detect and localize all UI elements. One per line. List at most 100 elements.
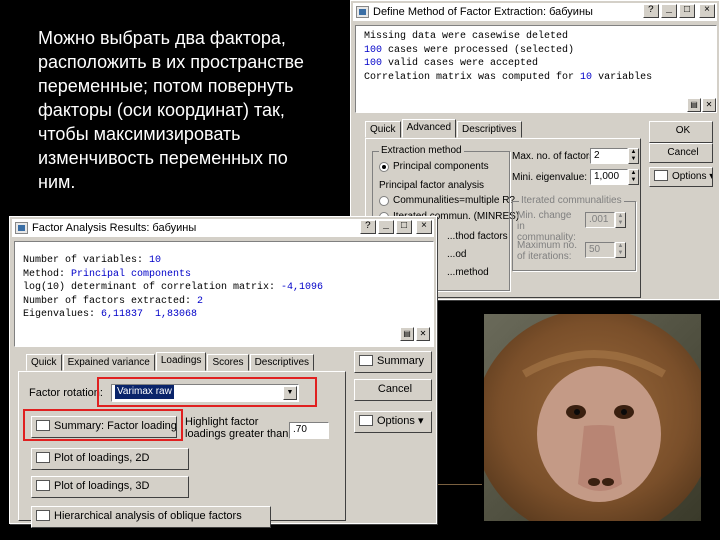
highlight-label: Highlight factor loadings greater than: [185,416,291,440]
output-value: 100 [364,44,383,56]
highlight-line-1: Highlight factor [185,416,259,428]
minimize-button[interactable]: _ [661,4,677,18]
tab-descriptives[interactable]: Descriptives [249,354,315,371]
output-line: Number of factors extracted: [23,295,198,307]
principal-components-label: Principal components [393,161,489,172]
min-eigen-label: Mini. eigenvalue: [512,172,588,183]
max-factors-spinner[interactable]: ▲ ▼ [628,148,639,164]
tab-quick[interactable]: Quick [365,121,401,138]
output-line: Number of variables: [23,255,150,266]
tab-quick[interactable]: Quick [26,354,62,371]
window-title: Factor Analysis Results: бабуины [32,222,197,234]
tab-scores[interactable]: Scores [207,354,249,371]
tab-explained-variance[interactable]: Expained variance [62,354,155,371]
ok-button[interactable]: OK [649,121,713,143]
factor-rotation-label: Factor rotation: [29,387,103,399]
options-label: Options [672,171,707,182]
output-line: Correlation matrix was computed for [364,71,581,83]
communalities-label: Communalities=multiple R? [393,195,515,206]
define-method-titlebar: Define Method of Factor Extraction: бабу… [353,3,717,21]
max-iter-field[interactable]: 50 [585,242,615,258]
plot-3d-button[interactable]: Plot of loadings, 3D [31,476,189,498]
copy-icon[interactable]: ▤ [687,98,701,112]
window-title: Define Method of Factor Extraction: бабу… [373,6,593,18]
output-value: 6,11837 1,83068 [101,309,198,320]
output-value: 100 [364,58,383,69]
results-output-panel: Number of variables: 10 Method: Principa… [14,241,434,347]
output-line: Method: [23,268,72,280]
output-panel: Missing data were casewise deleted 100 c… [355,25,717,113]
options-button[interactable]: Options ▾ [354,411,432,433]
highlight-box-rotation [97,377,317,407]
highlight-box-summary [23,409,183,441]
scatter-plot-icon [36,451,50,463]
output-line: cases were processed (selected) [382,44,575,56]
principal-components-radio[interactable] [379,162,389,172]
max-iter-spinner[interactable]: ▲ ▼ [615,242,626,258]
cancel-label: Cancel [377,383,413,395]
method-label-partial: ...od [447,249,467,260]
output-line: log(10) determinant of correlation matri… [23,282,282,293]
app-icon [356,6,369,18]
output-value: 2 [197,295,204,307]
expand-icon[interactable]: ✕ [702,98,716,112]
plot-2d-button[interactable]: Plot of loadings, 2D [31,448,189,470]
output-value: -4,1096 [281,282,324,293]
maximize-button[interactable]: □ [396,220,412,234]
max-factors-label: Max. no. of factors: [512,151,598,162]
baboon-illustration [484,314,701,521]
plot-2d-label: Plot of loadings, 2D [54,452,150,464]
output-line: variables [592,71,653,83]
copy-icon[interactable]: ▤ [400,327,414,341]
tab-descriptives[interactable]: Descriptives [457,121,522,138]
table-icon [359,354,373,366]
slide-caption: Можно выбрать два фактора, расположить в… [38,28,304,192]
options-icon [654,169,668,181]
cancel-button[interactable]: Cancel [354,379,432,401]
factor-results-window: Factor Analysis Results: бабуины ? _ □ ×… [9,216,437,528]
expand-icon[interactable]: ✕ [416,327,430,341]
options-icon [359,414,373,426]
cancel-button[interactable]: Cancel [649,143,713,163]
options-button[interactable]: Options ▾ [649,167,713,187]
min-change-label: Min. change in communality: [517,210,576,243]
app-icon [15,222,28,234]
max-factors-field[interactable]: 2 [590,148,628,164]
highlight-threshold-field[interactable]: .70 [289,422,329,439]
iterated-communalities-group: Iterated communalities Min. change in co… [512,195,636,271]
output-value: 10 [580,71,593,83]
output-line: Missing data were casewise deleted [364,31,569,42]
close-button[interactable]: × [416,220,432,234]
close-button[interactable]: × [699,4,715,18]
ok-label: OK [675,125,691,136]
max-iter-label: Maximum no. of iterations: [517,240,578,262]
factor-results-titlebar: Factor Analysis Results: бабуины ? _ □ × [12,219,434,237]
min-eigen-field[interactable]: 1,000 [590,169,628,185]
min-change-spinner[interactable]: ▲ ▼ [615,212,626,228]
highlight-line-2: loadings greater than: [185,428,292,440]
summary-button[interactable]: Summary [354,351,432,373]
group-title: Extraction method [379,145,464,156]
options-label: Options [377,415,415,427]
minimize-button[interactable]: _ [378,220,394,234]
output-line: valid cases were accepted [382,58,539,69]
tab-loadings[interactable]: Loadings [155,352,207,371]
communalities-radio[interactable] [379,196,389,206]
help-button[interactable]: ? [643,4,659,18]
tab-advanced[interactable]: Advanced [401,119,457,138]
method-label-partial: ...method [447,267,489,278]
cancel-label: Cancel [667,147,699,158]
hierarchical-analysis-button[interactable]: Hierarchical analysis of oblique factors [31,506,271,528]
principal-factor-label: Principal factor analysis [379,180,485,191]
min-eigen-spinner[interactable]: ▲ ▼ [628,169,639,185]
plot-3d-label: Plot of loadings, 3D [54,480,150,492]
output-value: Principal components [71,268,192,280]
min-change-field[interactable]: .001 [585,212,615,228]
help-button[interactable]: ? [360,220,376,234]
table-icon [36,509,50,521]
summary-label: Summary [377,355,425,367]
maximize-button[interactable]: □ [679,4,695,18]
group-title: Iterated communalities [519,195,624,206]
centroid-label: ...thod factors [447,231,508,242]
output-value: 10 [149,255,162,266]
